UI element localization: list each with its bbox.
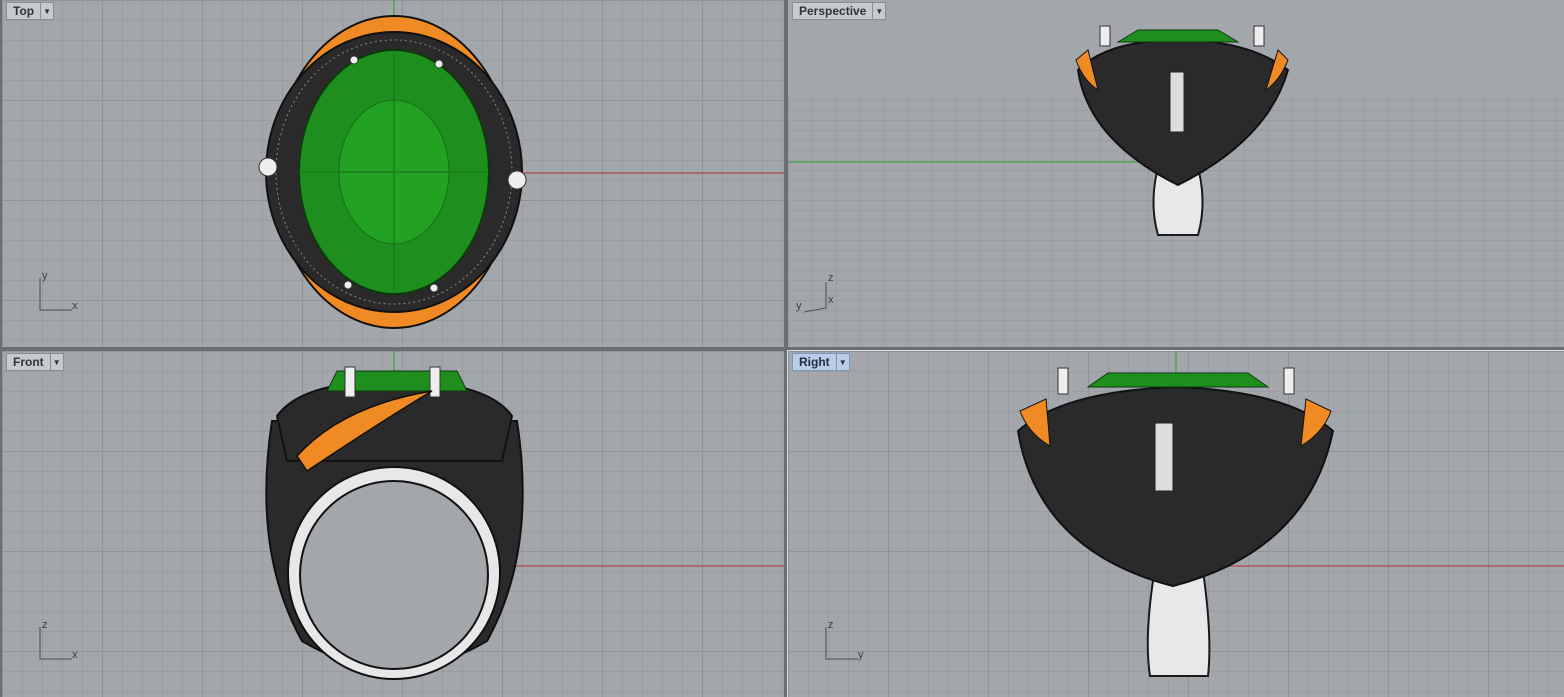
chevron-down-icon[interactable]: ▼ (49, 354, 63, 370)
axis-label-z: z (42, 619, 48, 631)
axis-label-x: x (72, 300, 78, 312)
axis-label-y: y (42, 270, 48, 282)
ring-top-view[interactable] (2, 0, 784, 347)
axis-triad-right: z y (818, 619, 878, 671)
axis-label-y: y (858, 649, 864, 661)
axis-label-z: z (828, 619, 834, 631)
viewport-title-top-label: Top (13, 4, 35, 18)
viewport-title-perspective[interactable]: Perspective ▼ (792, 2, 887, 20)
axis-label-z: z (828, 272, 834, 284)
axis-label-x: x (72, 649, 78, 661)
viewport-top[interactable]: Top ▼ y x (2, 0, 784, 347)
viewport-title-front-label: Front (13, 355, 44, 369)
viewport-front[interactable]: Front ▼ z x (2, 351, 784, 697)
viewport-right[interactable]: Right ▼ z y (787, 350, 1564, 697)
viewport-title-perspective-label: Perspective (799, 4, 867, 18)
viewport-title-right[interactable]: Right ▼ (792, 353, 850, 371)
chevron-down-icon[interactable]: ▼ (835, 354, 849, 370)
chevron-down-icon[interactable]: ▼ (40, 3, 53, 19)
axis-triad-perspective: z x y (794, 272, 854, 322)
axis-triad-front: z x (32, 619, 92, 671)
axis-triad-top: y x (32, 270, 92, 322)
ring-front-view[interactable] (2, 351, 784, 697)
ring-right-view[interactable] (788, 351, 1564, 697)
ring-perspective-view[interactable] (788, 0, 1564, 347)
axis-label-x: x (828, 294, 834, 306)
viewport-perspective[interactable]: Perspective ▼ z x y (788, 0, 1564, 347)
axis-label-y: y (796, 300, 802, 312)
chevron-down-icon[interactable]: ▼ (872, 3, 885, 19)
viewport-title-top[interactable]: Top ▼ (6, 2, 55, 20)
viewport-title-front[interactable]: Front ▼ (6, 353, 64, 371)
viewport-title-right-label: Right (799, 355, 830, 369)
